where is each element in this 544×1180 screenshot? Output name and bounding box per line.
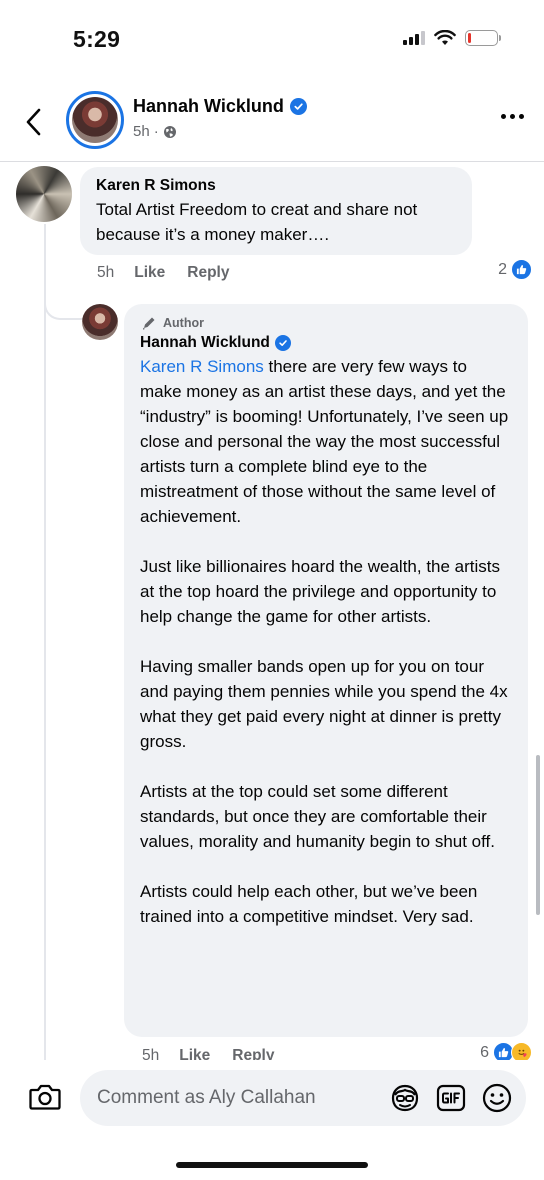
verified-badge-icon <box>274 335 291 351</box>
globe-icon <box>163 125 176 138</box>
comment-author[interactable]: Karen R Simons <box>96 177 456 195</box>
reply-paragraph: Artists could help each other, but we’ve… <box>140 882 478 926</box>
author-badge-label: Author <box>163 316 204 330</box>
reply-paragraph: Artists at the top could set some differ… <box>140 782 495 851</box>
reply-bubble: Author Hannah Wicklund Karen R Simons th… <box>124 304 528 1037</box>
chevron-left-icon <box>26 108 41 136</box>
reaction-count: 6 <box>480 1043 489 1061</box>
emoji-button[interactable] <box>480 1081 514 1115</box>
comment-actions: 5h Like Reply <box>97 264 251 282</box>
author-badge: Author <box>142 316 512 330</box>
page-name[interactable]: Hannah Wicklund <box>133 96 284 117</box>
wifi-icon <box>434 30 456 45</box>
battery-level <box>468 33 471 43</box>
back-button[interactable] <box>18 104 48 140</box>
verified-badge-icon <box>289 98 307 115</box>
comment-text: Total Artist Freedom to creat and share … <box>96 200 418 244</box>
reply-author-row: Hannah Wicklund <box>140 334 512 352</box>
scrollbar[interactable] <box>536 755 540 915</box>
reply-avatar[interactable] <box>82 304 118 340</box>
more-options-button[interactable] <box>501 114 524 119</box>
reply-author[interactable]: Hannah Wicklund <box>140 334 270 352</box>
meta-separator: · <box>153 123 159 140</box>
thread-line <box>44 224 46 1064</box>
avatar-sticker-icon <box>391 1084 419 1112</box>
camera-button[interactable] <box>28 1082 62 1112</box>
like-reaction-icon <box>511 259 532 280</box>
pen-icon <box>142 317 155 330</box>
home-indicator[interactable] <box>176 1162 368 1168</box>
like-button[interactable]: Like <box>134 264 165 282</box>
comment-reactions[interactable]: 2 <box>498 259 532 280</box>
reply-button[interactable]: Reply <box>187 264 229 282</box>
commenter-avatar[interactable] <box>16 166 72 222</box>
status-time: 5:29 <box>73 26 121 52</box>
emoji-icon <box>482 1083 512 1113</box>
composer-icons <box>388 1081 514 1115</box>
comment-bubble: Karen R Simons Total Artist Freedom to c… <box>80 167 472 255</box>
gif-button[interactable] <box>434 1081 468 1115</box>
reply-connector <box>44 278 84 320</box>
post-time: 5h <box>133 123 150 140</box>
mention-link[interactable]: Karen R Simons <box>140 357 264 376</box>
camera-icon <box>29 1084 61 1110</box>
comment-time: 5h <box>97 264 115 281</box>
reaction-count: 2 <box>498 260 507 278</box>
reply-paragraph: there are very few ways to make money as… <box>140 357 509 526</box>
reply-paragraph: Just like billionaires hoard the wealth,… <box>140 557 501 626</box>
avatar-sticker-button[interactable] <box>388 1081 422 1115</box>
battery-icon <box>465 30 501 46</box>
signal-icon <box>403 31 425 45</box>
post-header: Hannah Wicklund 5h · <box>0 88 544 162</box>
post-meta: 5h · <box>133 123 177 140</box>
status-icons <box>403 30 501 46</box>
page-avatar[interactable] <box>66 91 124 149</box>
reply-paragraph: Having smaller bands open up for you on … <box>140 657 508 751</box>
reply-text: Karen R Simons there are very few ways t… <box>140 354 512 929</box>
header-title: Hannah Wicklund <box>133 96 307 117</box>
gif-icon <box>436 1084 466 1112</box>
